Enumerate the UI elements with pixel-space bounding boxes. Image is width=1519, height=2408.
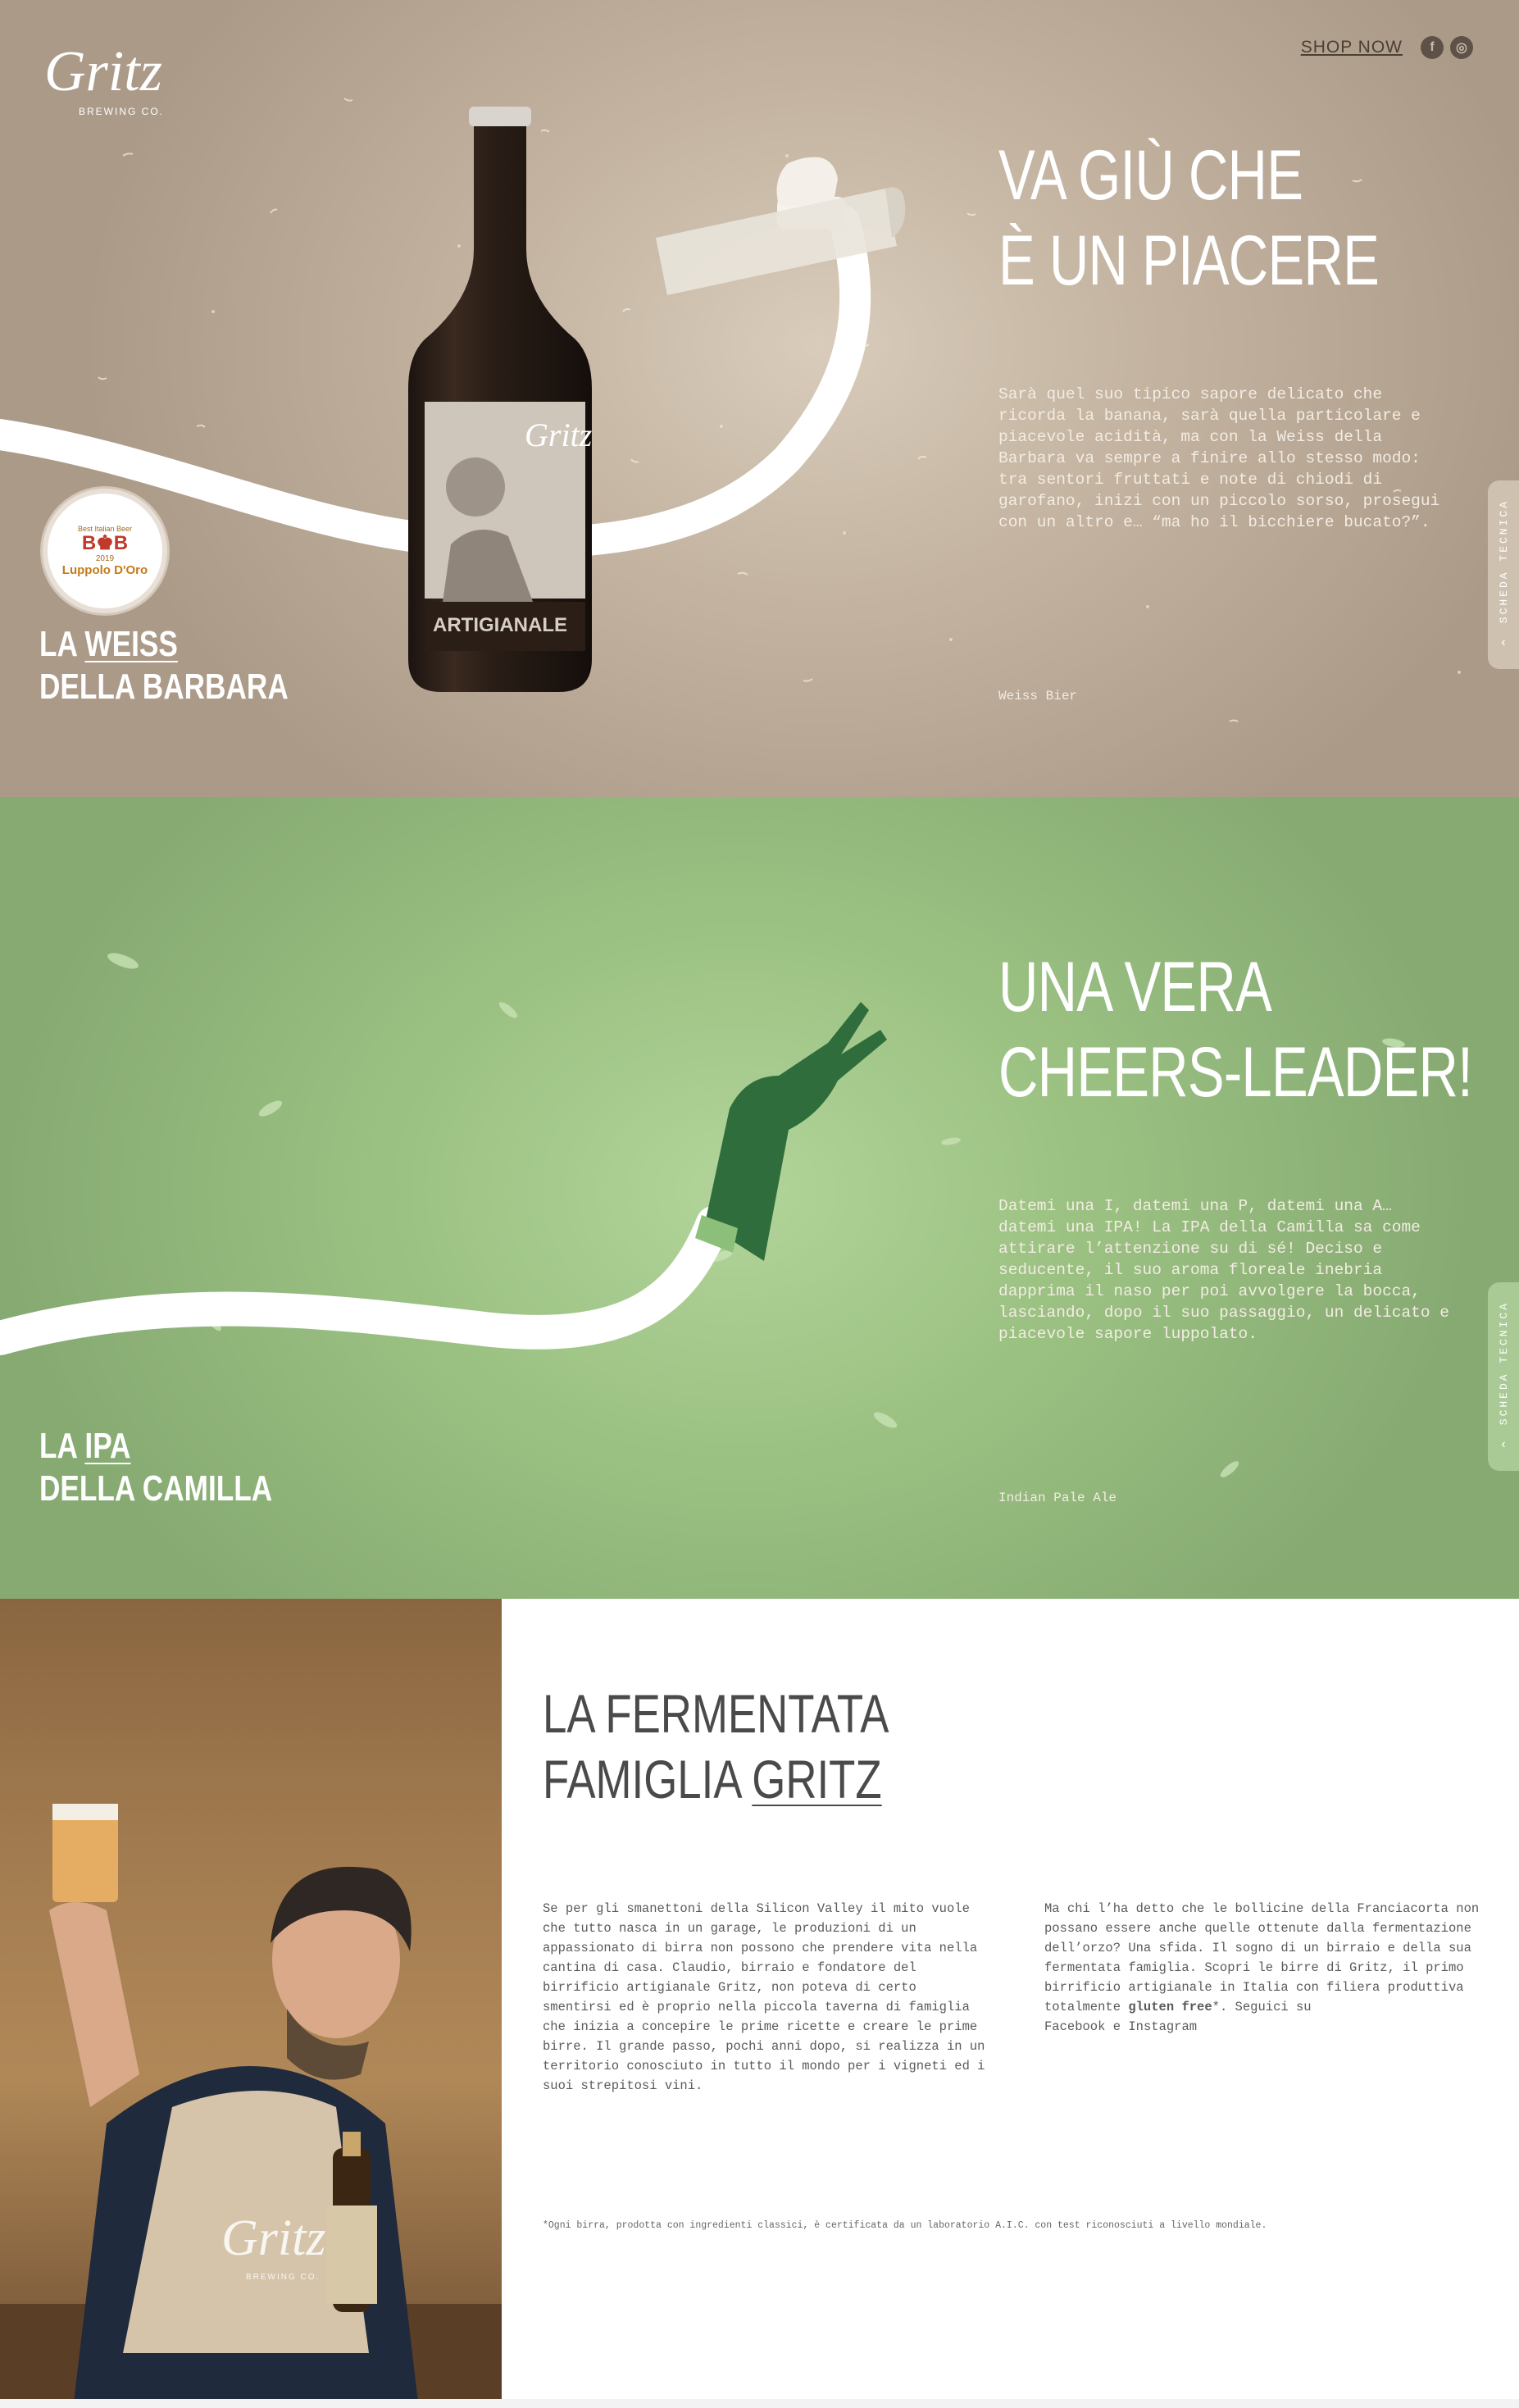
facebook-icon[interactable]: f [1421,36,1444,59]
weiss-name-line2: DELLA BARBARA [39,667,289,707]
weiss-description: Sarà quel suo tipico sapore delicato che… [998,385,1440,531]
famiglia-title-line1: LA FERMENTATA [543,1683,889,1744]
ipa-name-line2: DELLA CAMILLA [39,1468,273,1509]
ipa-headline-line1: UNA VERA [998,948,1272,1026]
gritz-logo[interactable]: Gritz BREWING CO. [36,33,200,131]
weiss-headline-line2: È UN PIACERE [998,221,1380,300]
famiglia-col2-after: *. Seguici su [1212,2000,1312,2014]
weiss-scheda-tecnica-tab[interactable]: SCHEDA TECNICA ‹ [1488,480,1519,669]
brewer-photo: Gritz BREWING CO. [0,1599,502,2399]
and-text: e [1112,2019,1121,2034]
ipa-headline: UNA VERA CHEERS-LEADER! [998,945,1473,1115]
ipa-name-prefix: LA [39,1426,77,1466]
apron-logo-sub: BREWING CO. [246,2273,320,2282]
weiss-name-prefix: LA [39,624,77,664]
side-tab-label: SCHEDA TECNICA [1497,499,1510,624]
svg-text:Gritz: Gritz [44,40,162,103]
famiglia-title-link[interactable]: GRITZ [752,1749,881,1809]
famiglia-col2-text: Ma chi l’ha detto che le bollicine della… [1044,1901,1480,2014]
ipa-description: Datemi una I, datemi una P, datemi una A… [998,1197,1449,1343]
instagram-icon[interactable]: ◎ [1450,36,1473,59]
gluten-free-bold: gluten free [1128,2000,1212,2014]
social-links: f ◎ [1421,36,1473,59]
weiss-style-label: Weiss Bier [998,689,1078,703]
side-tab-label: SCHEDA TECNICA [1497,1301,1510,1426]
famiglia-title-prefix: FAMIGLIA [543,1749,740,1809]
bottom-decorative-strip [0,2399,1519,2408]
svg-text:BREWING CO.: BREWING CO. [79,106,164,117]
weiss-headline: VA GIÙ CHE È UN PIACERE [998,133,1380,303]
shop-now-link[interactable]: SHOP NOW [1301,38,1403,57]
weiss-section: ARTIGIANALE Gritz Gritz BREWING CO. SHOP… [0,0,1519,797]
weiss-name-link[interactable]: WEISS [84,624,177,664]
facebook-link[interactable]: Facebook [1044,2019,1105,2034]
weiss-beer-name: LA WEISS DELLA BARBARA [39,623,289,708]
ipa-headline-line2: CHEERS-LEADER! [998,1033,1473,1112]
bottle-band-text: ARTIGIANALE [433,614,567,636]
ipa-section: UNA VERA CHEERS-LEADER! Datemi una I, da… [0,797,1519,1599]
instagram-link[interactable]: Instagram [1128,2019,1197,2034]
ipa-beer-name: LA IPA DELLA CAMILLA [39,1425,272,1510]
top-navigation: SHOP NOW f ◎ [1301,36,1473,59]
weiss-bottle-image: ARTIGIANALE Gritz [408,107,593,692]
weiss-headline-line1: VA GIÙ CHE [998,136,1303,215]
famiglia-column-1: Se per gli smanettoni della Silicon Vall… [543,1901,985,2093]
famiglia-column-2: Ma chi l’ha detto che le bollicine della… [1044,1899,1487,2037]
ipa-scheda-tecnica-tab[interactable]: SCHEDA TECNICA ‹ [1488,1282,1519,1471]
award-name: Luppolo D'Oro [61,563,148,577]
gluten-free-footnote: *Ogni birra, prodotta con ingredienti cl… [543,2220,1267,2231]
ipa-style-label: Indian Pale Ale [998,1491,1117,1505]
green-glove-hand-illustration [695,1002,887,1261]
brewer-illustration: Gritz BREWING CO. [0,1804,502,2399]
award-logo: B♚B [81,532,129,554]
ipa-name-link[interactable]: IPA [84,1426,130,1466]
luppolo-doro-award-badge: Best Italian Beer B♚B 2019 Luppolo D'Oro [43,489,167,613]
famiglia-title: LA FERMENTATA FAMIGLIA GRITZ [543,1681,889,1812]
apron-logo-text: Gritz [221,2210,325,2266]
svg-text:Gritz: Gritz [525,417,593,453]
chevron-left-icon: ‹ [1499,1436,1508,1452]
award-year: 2019 [95,554,115,563]
chevron-left-icon: ‹ [1499,635,1508,650]
